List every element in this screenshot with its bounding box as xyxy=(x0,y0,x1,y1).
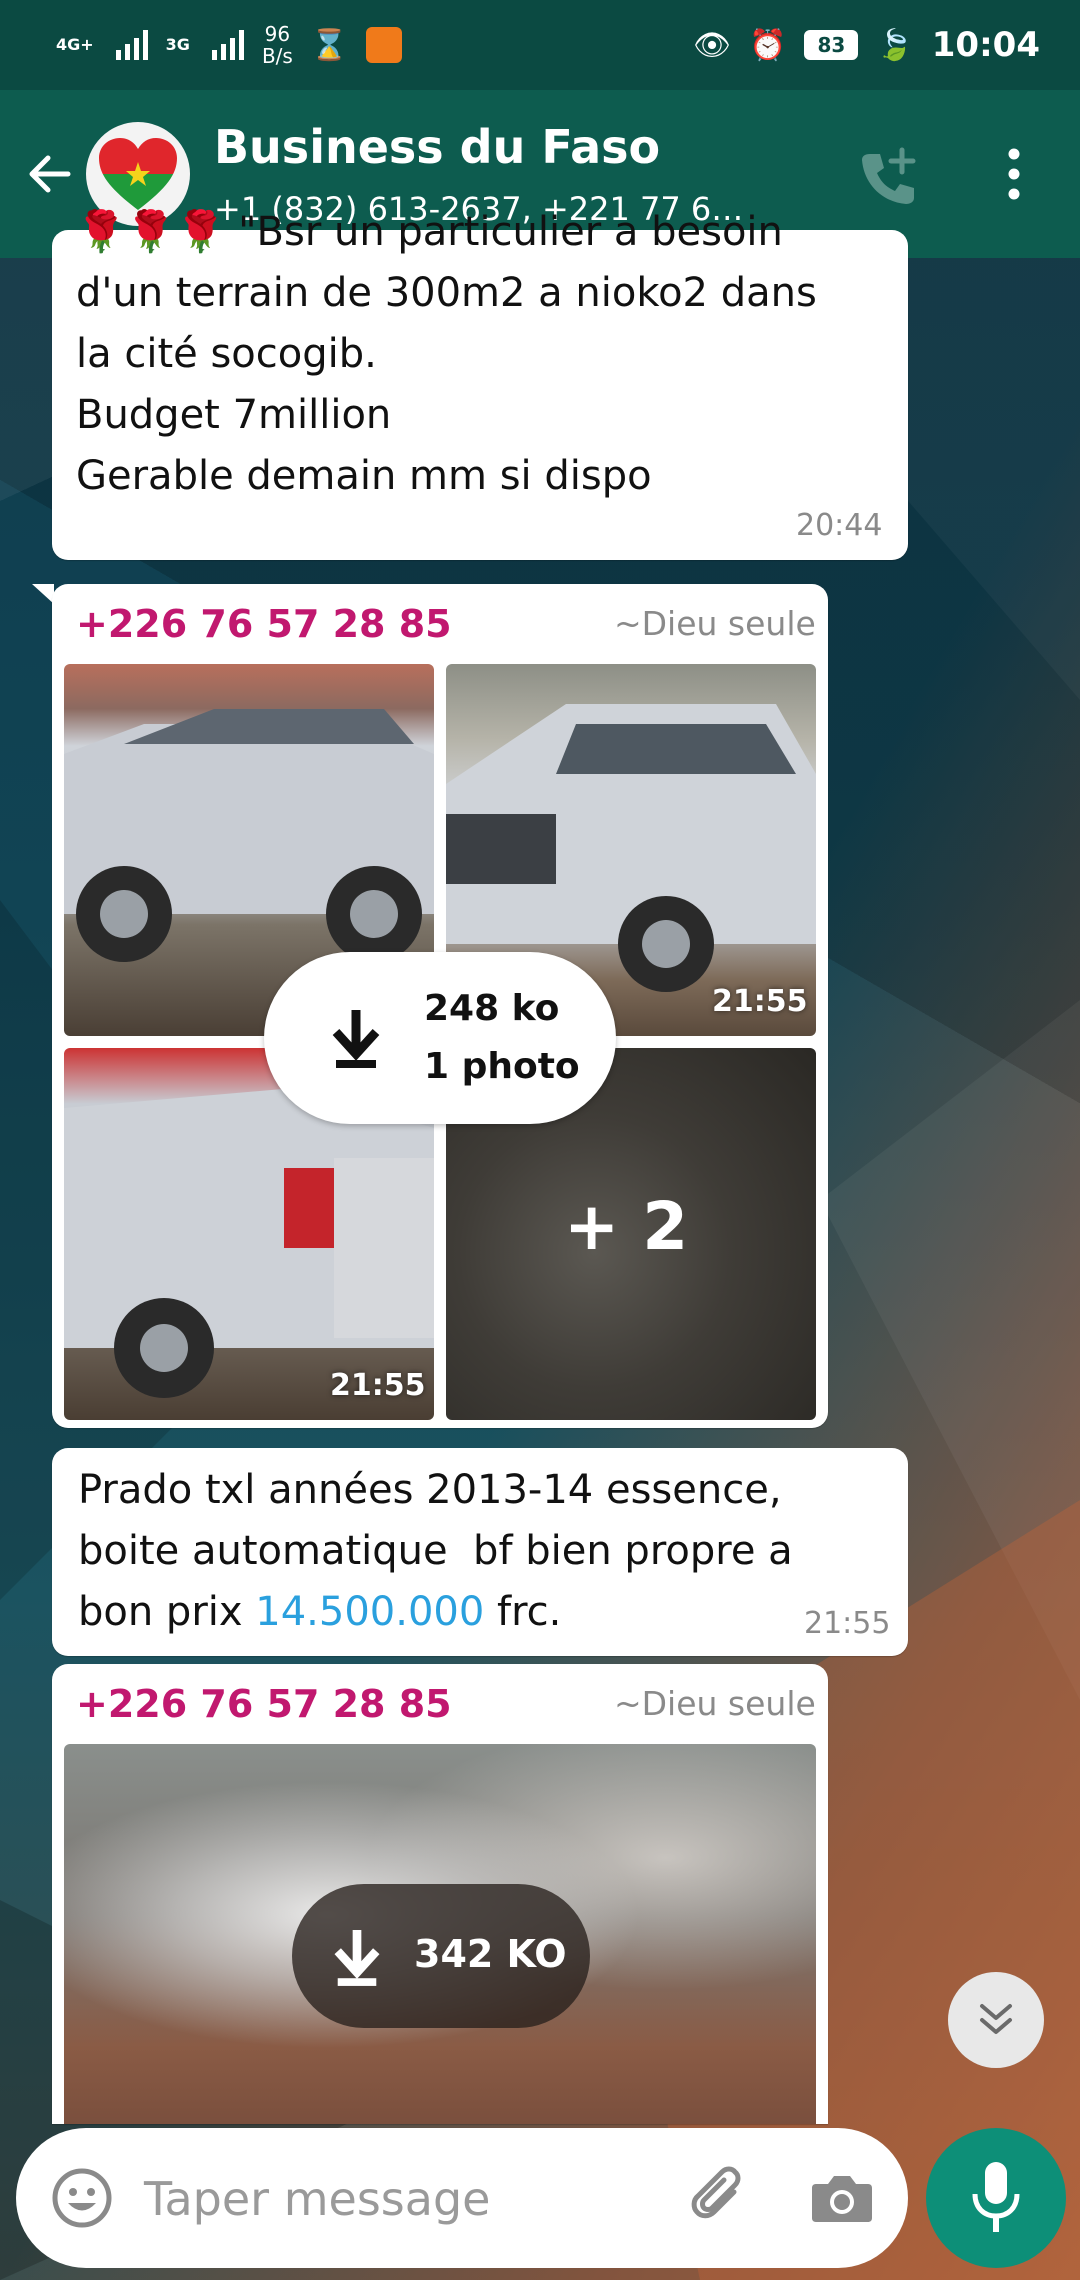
double-chevron-down-icon xyxy=(980,2004,1012,2034)
camera-icon[interactable] xyxy=(810,2170,874,2226)
download-count: 1 photo xyxy=(424,1046,580,1087)
emoji-icon[interactable] xyxy=(50,2166,114,2230)
speed-unit: B/s xyxy=(261,44,293,68)
message-line: Budget 7million xyxy=(76,392,392,438)
bubble-tail xyxy=(32,584,54,604)
more-options-icon[interactable] xyxy=(996,144,1032,204)
message-time: 20:44 xyxy=(796,508,883,543)
signal-icon xyxy=(115,30,148,60)
message-line: la cité socogib. xyxy=(76,331,377,377)
sender-alias: ~Dieu seule xyxy=(614,1684,816,1723)
status-clock: 10:04 xyxy=(931,25,1040,65)
download-size: 342 KO xyxy=(414,1932,567,1976)
voice-message-button[interactable] xyxy=(926,2128,1066,2268)
download-info: 248 ko 1 photo xyxy=(424,980,580,1096)
download-arrow-icon xyxy=(334,1930,380,1986)
message-input[interactable]: Taper message xyxy=(144,2172,490,2226)
message-time: 21:55 xyxy=(804,1606,891,1641)
download-photos-button[interactable]: 248 ko 1 photo xyxy=(264,952,616,1124)
message-line: bon prix 14.500.000 frc. xyxy=(78,1589,562,1635)
message-line: Gerable demain mm si dispo xyxy=(76,453,652,499)
aliexpress-icon xyxy=(366,27,403,63)
message-text: 🌹🌹🌹 "Bsr un particulier a besoin d'un te… xyxy=(76,202,896,507)
back-arrow-icon[interactable] xyxy=(24,148,76,200)
download-size: 248 ko xyxy=(424,988,560,1029)
network-type-2: 3G xyxy=(165,35,190,54)
download-image-button[interactable]: 342 KO xyxy=(292,1884,590,2028)
alarm-icon: ⏰ xyxy=(749,27,787,63)
signal-icon-2 xyxy=(211,30,244,60)
blurred-image-preview[interactable]: 342 KO xyxy=(64,1744,816,2124)
speed-value: 96 xyxy=(264,22,291,46)
rose-emoji-icon: 🌹🌹🌹 xyxy=(76,209,239,255)
leaf-icon: 🍃 xyxy=(876,27,914,63)
message-composer[interactable]: Taper message xyxy=(16,2128,908,2268)
message-line: 🌹🌹🌹 "Bsr un particulier a besoin xyxy=(76,209,783,255)
eye-icon: 👁 xyxy=(692,27,732,63)
more-photos-count: + 2 xyxy=(564,1188,689,1265)
image-message[interactable]: +226 76 57 28 85 ~Dieu seule 342 KO xyxy=(52,1664,828,2124)
photo-time: 21:55 xyxy=(712,984,808,1019)
album-message[interactable]: +226 76 57 28 85 ~Dieu seule 21:55 21:55 xyxy=(52,584,828,1428)
message-bubble[interactable]: Prado txl années 2013-14 essence, boite … xyxy=(52,1448,908,1656)
message-line: Prado txl années 2013-14 essence, xyxy=(78,1467,782,1513)
sender-phone[interactable]: +226 76 57 28 85 xyxy=(76,1682,452,1726)
heart-flag-icon xyxy=(99,138,177,210)
download-arrow-icon xyxy=(332,1010,380,1068)
price-link[interactable]: 14.500.000 xyxy=(255,1589,484,1635)
sender-phone[interactable]: +226 76 57 28 85 xyxy=(76,602,452,646)
network-speed: 96 B/s xyxy=(262,23,293,67)
network-type-1: 4G+ xyxy=(56,35,94,54)
status-bar: 4G+ 3G 96 B/s ⌛ 👁 ⏰ 83 🍃 10:04 xyxy=(0,0,1080,90)
message-line: boite automatique bf bien propre a xyxy=(78,1528,793,1574)
message-line: d'un terrain de 300m2 a nioko2 dans xyxy=(76,270,817,316)
message-bubble[interactable]: 🌹🌹🌹 "Bsr un particulier a besoin d'un te… xyxy=(52,209,908,560)
hourglass-icon: ⌛ xyxy=(310,27,349,63)
photo-time: 21:55 xyxy=(330,1368,426,1403)
scroll-to-bottom-button[interactable] xyxy=(948,1972,1044,2068)
message-text: Prado txl années 2013-14 essence, boite … xyxy=(78,1460,888,1643)
sender-alias: ~Dieu seule xyxy=(614,604,816,643)
microphone-icon xyxy=(972,2162,1020,2232)
battery-icon: 83 xyxy=(804,30,859,60)
attach-icon[interactable] xyxy=(684,2164,754,2234)
group-title[interactable]: Business du Faso xyxy=(214,120,660,174)
